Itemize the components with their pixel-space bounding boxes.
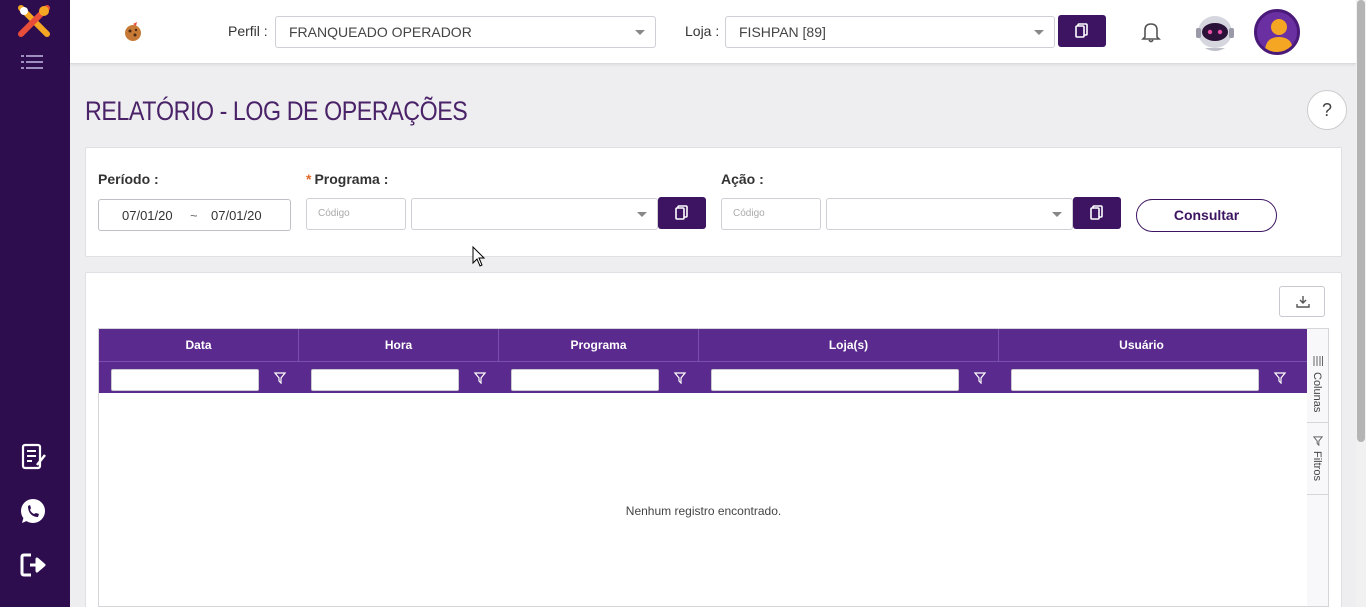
programa-lookup-button[interactable]	[658, 197, 706, 229]
column-header-usuario[interactable]: Usuário	[999, 329, 1284, 361]
whatsapp-icon[interactable]	[19, 497, 47, 525]
chevron-down-icon	[1052, 212, 1062, 217]
filter-input-lojas[interactable]	[711, 369, 959, 391]
columns-icon	[1313, 356, 1323, 366]
copy-icon	[1075, 23, 1088, 38]
filter-icon	[1313, 436, 1323, 446]
menu-icon[interactable]	[21, 54, 43, 74]
filter-icon[interactable]	[274, 372, 286, 384]
download-icon	[1296, 296, 1310, 308]
tab-filters-label: Filtros	[1311, 451, 1323, 481]
programa-code-input[interactable]: Código	[306, 198, 406, 230]
mouse-cursor-icon	[472, 246, 486, 267]
acao-lookup-button[interactable]	[1073, 197, 1121, 229]
filter-input-usuario[interactable]	[1011, 369, 1259, 391]
page-title: RELATÓRIO - LOG DE OPERAÇÕES	[85, 96, 468, 126]
column-header-programa[interactable]: Programa	[499, 329, 699, 361]
filter-icon[interactable]	[474, 372, 486, 384]
column-header-lojas[interactable]: Loja(s)	[699, 329, 999, 361]
filter-input-data[interactable]	[111, 369, 259, 391]
help-button[interactable]: ?	[1307, 90, 1347, 130]
chevron-down-icon	[637, 212, 647, 217]
filter-icon[interactable]	[974, 372, 986, 384]
loja-select[interactable]: FISHPAN [89]	[725, 16, 1055, 48]
period-date-range[interactable]: 07/01/20 ~ 07/01/20	[98, 199, 291, 231]
robot-avatar-icon[interactable]	[1193, 10, 1237, 54]
acao-code-input[interactable]: Código	[721, 198, 821, 230]
loja-label: Loja :	[685, 23, 720, 39]
copy-icon	[1090, 205, 1103, 220]
app-logo-icon[interactable]	[17, 4, 51, 38]
chevron-down-icon	[635, 30, 645, 35]
perfil-label: Perfil :	[228, 23, 268, 39]
grid-filter-row	[99, 361, 1308, 393]
report-icon[interactable]	[19, 443, 47, 471]
programa-label: * Programa :	[306, 171, 388, 187]
tab-columns[interactable]: Colunas	[1307, 329, 1328, 423]
empty-message: Nenhum registro encontrado.	[625, 504, 782, 518]
programa-label-text: Programa :	[314, 171, 389, 187]
grid-header-row: Data Hora Programa Loja(s) Usuário	[99, 329, 1308, 361]
loja-lookup-button[interactable]	[1058, 15, 1106, 47]
programa-select[interactable]	[411, 198, 658, 230]
acao-label: Ação :	[721, 171, 764, 187]
date-to[interactable]: 07/01/20	[211, 208, 262, 223]
filter-input-programa[interactable]	[511, 369, 659, 391]
acao-select[interactable]	[826, 198, 1073, 230]
required-marker: *	[306, 171, 312, 187]
results-grid: Data Hora Programa Loja(s) Usuário Nenhu…	[98, 328, 1308, 607]
logout-icon[interactable]	[19, 551, 47, 579]
periodo-label: Período :	[98, 171, 159, 187]
chevron-down-icon	[1034, 30, 1044, 35]
user-avatar[interactable]	[1254, 9, 1300, 55]
column-header-hora[interactable]: Hora	[299, 329, 499, 361]
page-scrollbar-thumb[interactable]	[1357, 0, 1365, 442]
tab-filters[interactable]: Filtros	[1307, 423, 1328, 495]
consult-button[interactable]: Consultar	[1136, 199, 1277, 232]
loja-value: FISHPAN [89]	[739, 24, 826, 40]
perfil-value: FRANQUEADO OPERADOR	[289, 24, 472, 40]
perfil-select[interactable]: FRANQUEADO OPERADOR	[275, 16, 656, 48]
sidebar	[0, 0, 70, 607]
column-header-data[interactable]: Data	[99, 329, 299, 361]
tab-columns-label: Colunas	[1311, 372, 1323, 413]
filter-icon[interactable]	[1274, 372, 1286, 384]
filter-icon[interactable]	[674, 372, 686, 384]
filter-input-hora[interactable]	[311, 369, 459, 391]
cookie-logo-icon[interactable]	[122, 21, 144, 43]
user-avatar-icon	[1265, 19, 1293, 52]
date-from[interactable]: 07/01/20	[122, 208, 173, 223]
bell-icon[interactable]	[1141, 21, 1161, 43]
export-button[interactable]	[1279, 286, 1325, 317]
top-header: Perfil : FRANQUEADO OPERADOR Loja : FISH…	[70, 0, 1356, 64]
date-separator: ~	[190, 208, 198, 223]
grid-side-tabs: Colunas Filtros	[1307, 328, 1329, 607]
copy-icon	[675, 205, 688, 220]
